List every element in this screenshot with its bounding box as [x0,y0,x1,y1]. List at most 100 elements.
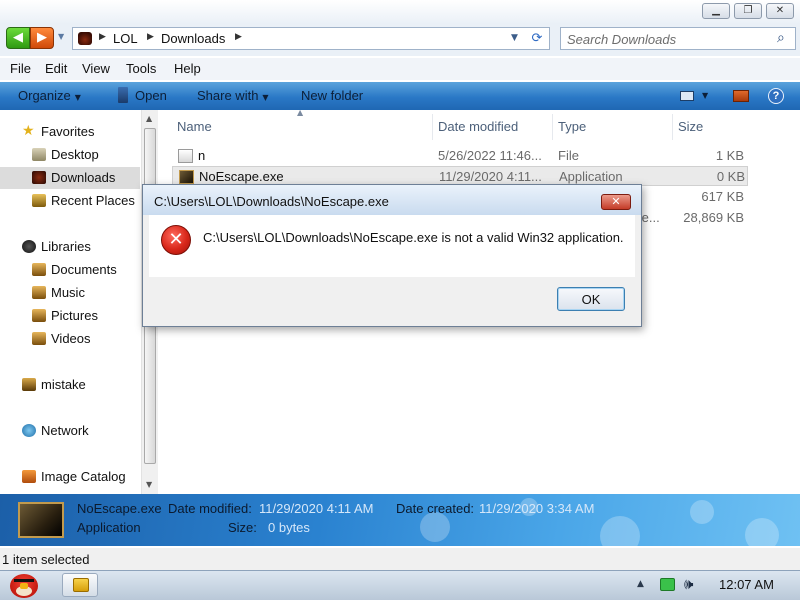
dialog-title: C:\Users\LOL\Downloads\NoEscape.exe [154,194,389,209]
show-hidden-icons-icon[interactable]: ▲ [637,579,644,589]
nav-item-favorites[interactable]: ★ Favorites [0,121,140,143]
column-header-size[interactable]: Size [678,119,703,134]
open-button[interactable]: Open [135,88,167,103]
folder-icon [73,578,89,592]
preview-pane-icon[interactable] [733,90,749,102]
dialog-message: C:\Users\LOL\Downloads\NoEscape.exe is n… [203,230,624,245]
music-icon [32,286,46,299]
menu-tools[interactable]: Tools [126,61,156,76]
ok-button[interactable]: OK [557,287,625,311]
file-size: 1 KB [715,148,744,163]
nav-item-mistake[interactable]: mistake [0,374,140,396]
column-separator[interactable] [672,114,673,140]
file-type: Application [559,169,623,184]
videos-icon [32,332,46,345]
breadcrumb-downloads[interactable]: Downloads [161,31,225,46]
dialog-title-bar[interactable]: C:\Users\LOL\Downloads\NoEscape.exe ✕ [143,185,641,215]
start-button[interactable] [4,572,44,600]
application-icon [179,170,194,184]
nav-label: Videos [51,331,91,346]
nav-item-network[interactable]: Network [0,420,140,442]
dialog-close-button[interactable]: ✕ [601,194,631,210]
chevron-down-icon[interactable]: ▼ [702,91,708,100]
search-icon[interactable]: ⌕ [777,30,785,46]
downloads-folder-icon [32,171,46,184]
help-icon[interactable]: ? [768,88,784,104]
nav-item-documents[interactable]: Documents [0,259,140,281]
decorative-bubble [690,500,714,524]
share-with-button[interactable]: Share with ▼ [197,88,269,103]
column-header-date-modified[interactable]: Date modified [438,119,518,134]
nav-label: Desktop [51,147,99,162]
refresh-icon[interactable]: ⟳ [528,30,546,47]
nav-item-pictures[interactable]: Pictures [0,305,140,327]
menu-file[interactable]: File [10,61,31,76]
nav-item-desktop[interactable]: Desktop [0,144,140,166]
documents-icon [32,263,46,276]
address-dropdown-icon[interactable]: ▼ [511,33,518,43]
image-catalog-icon [22,470,36,483]
nav-item-image-catalog[interactable]: Image Catalog [0,466,140,488]
network-icon [22,424,36,437]
breadcrumb-arrow-icon[interactable]: ▶ [147,32,154,42]
menu-bar: File Edit View Tools Help [0,58,800,80]
pictures-icon [32,309,46,322]
nav-label: Downloads [51,170,116,185]
taskbar-explorer-button[interactable] [62,573,98,597]
search-box[interactable]: ⌕ [560,27,796,50]
details-file-name: NoEscape.exe [77,501,162,516]
file-size: 28,869 KB [683,210,744,225]
column-header-name[interactable]: Name [177,119,212,134]
status-text: 1 item selected [2,552,90,567]
error-icon: ✕ [161,225,191,255]
taskbar-clock[interactable]: 12:07 AM [719,577,774,592]
user-folder-icon [22,378,36,391]
new-folder-button[interactable]: New folder [301,88,363,103]
menu-view[interactable]: View [82,61,110,76]
decorative-bubble [745,518,779,546]
details-date-created-value: 11/29/2020 3:34 AM [479,501,595,516]
file-row-n[interactable]: n 5/26/2022 11:46... File 1 KB [172,146,748,166]
search-input[interactable] [567,31,767,47]
breadcrumb-arrow-icon[interactable]: ▶ [99,32,106,42]
desktop-icon [32,148,46,161]
nav-label: Favorites [41,124,95,139]
column-header-type[interactable]: Type [558,119,586,134]
nav-label: mistake [41,377,86,392]
nav-label: Libraries [41,239,91,254]
volume-icon[interactable]: 🕪 [684,575,693,593]
scroll-down-icon[interactable]: ▼ [146,480,152,489]
menu-edit[interactable]: Edit [45,61,67,76]
minimize-button[interactable]: ▁ [702,3,730,19]
menu-help[interactable]: Help [174,61,201,76]
maximize-button[interactable]: ❐ [734,3,762,19]
file-date: 5/26/2022 11:46... [438,148,542,163]
column-separator[interactable] [432,114,433,140]
file-row-noescape[interactable]: NoEscape.exe 11/29/2020 4:11... Applicat… [172,166,748,186]
nav-item-videos[interactable]: Videos [0,328,140,350]
close-button[interactable]: ✕ [766,3,794,19]
share-with-label: Share with [197,88,259,103]
address-bar[interactable]: ▶ LOL ▶ Downloads ▶ ▼ ⟳ [72,27,550,50]
file-thumbnail [18,502,64,538]
back-button[interactable]: ◀ [6,27,30,49]
column-separator[interactable] [552,114,553,140]
file-date: 11/29/2020 4:11... [439,169,542,184]
scroll-up-icon[interactable]: ▲ [146,114,152,123]
nav-item-recent-places[interactable]: Recent Places [0,190,140,212]
change-view-icon[interactable] [680,91,694,101]
breadcrumb-lol[interactable]: LOL [113,31,138,46]
application-icon [118,87,128,103]
file-icon [178,149,193,163]
breadcrumb-arrow-icon[interactable]: ▶ [235,32,242,42]
network-tray-icon[interactable] [660,578,675,591]
organize-button[interactable]: Organize ▼ [18,88,81,103]
nav-item-music[interactable]: Music [0,282,140,304]
window-title-bar[interactable]: ▁ ❐ ✕ [0,0,800,24]
address-row: ◀ ▶ ▼ ▶ LOL ▶ Downloads ▶ ▼ ⟳ ⌕ [0,24,800,56]
forward-button[interactable]: ▶ [30,27,54,49]
recent-pages-arrow-icon[interactable]: ▼ [58,32,64,41]
nav-item-libraries[interactable]: Libraries [0,236,140,258]
nav-item-downloads[interactable]: Downloads [0,167,140,189]
nav-label: Pictures [51,308,98,323]
